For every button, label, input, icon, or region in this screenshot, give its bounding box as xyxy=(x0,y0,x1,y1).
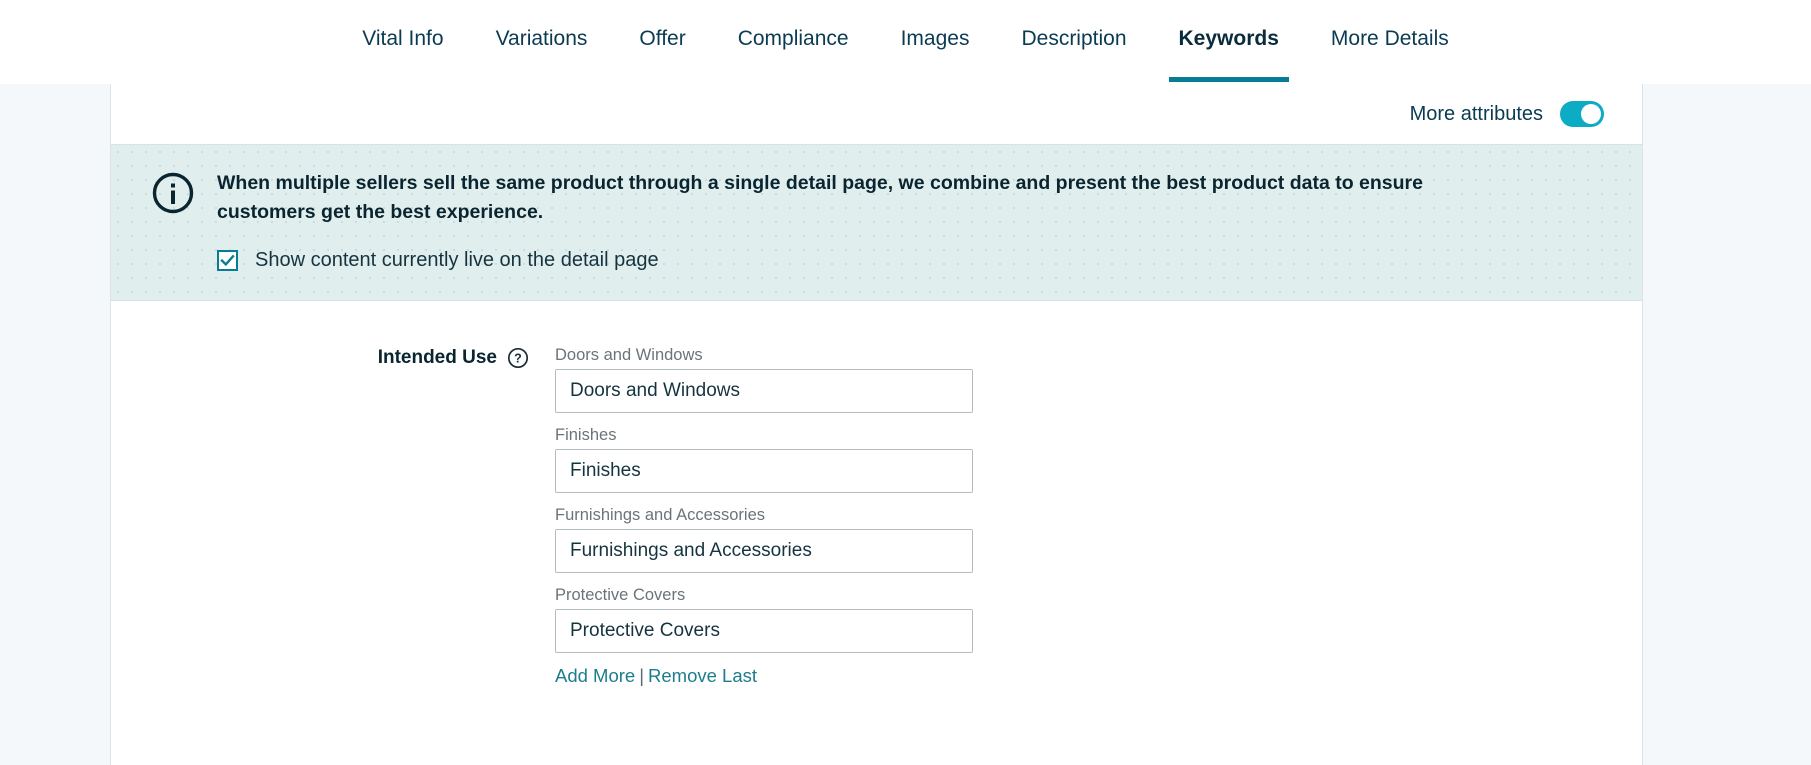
tab-offer[interactable]: Offer xyxy=(613,0,711,84)
info-banner-top: When multiple sellers sell the same prod… xyxy=(141,169,1612,227)
tab-bar: Vital Info Variations Offer Compliance I… xyxy=(0,0,1811,84)
info-banner-message: When multiple sellers sell the same prod… xyxy=(217,172,1423,223)
field-sublabel: Doors and Windows xyxy=(555,346,703,364)
tab-list: Vital Info Variations Offer Compliance I… xyxy=(336,0,1475,84)
tab-more-details[interactable]: More Details xyxy=(1305,0,1475,84)
tab-label: Description xyxy=(1021,27,1127,50)
intended-use-input-4[interactable] xyxy=(555,609,973,653)
field-group: Finishes xyxy=(555,425,973,493)
more-attributes-toggle[interactable] xyxy=(1560,101,1604,127)
tab-description[interactable]: Description xyxy=(995,0,1152,84)
page-body: More attributes When multiple sellers se… xyxy=(0,84,1811,765)
tab-compliance[interactable]: Compliance xyxy=(712,0,875,84)
tab-images[interactable]: Images xyxy=(875,0,996,84)
toggle-knob xyxy=(1581,104,1601,124)
more-attributes-row: More attributes xyxy=(111,84,1642,144)
tab-label: Keywords xyxy=(1178,27,1279,50)
field-group: Protective Covers xyxy=(555,585,973,653)
tab-variations[interactable]: Variations xyxy=(470,0,614,84)
field-sublabel: Finishes xyxy=(555,426,617,444)
content-panel: More attributes When multiple sellers se… xyxy=(110,84,1643,765)
intended-use-input-3[interactable] xyxy=(555,529,973,573)
intended-use-label-group: Intended Use ? xyxy=(111,345,529,369)
tab-label: Images xyxy=(900,27,970,50)
intended-use-input-1[interactable] xyxy=(555,369,973,413)
svg-text:?: ? xyxy=(514,352,522,366)
field-group: Furnishings and Accessories xyxy=(555,505,973,573)
info-banner: When multiple sellers sell the same prod… xyxy=(111,144,1642,301)
intended-use-fields: Doors and Windows Finishes Furnishings a… xyxy=(555,345,973,687)
field-sublabel: Furnishings and Accessories xyxy=(555,506,766,524)
intended-use-input-2[interactable] xyxy=(555,449,973,493)
link-separator: | xyxy=(639,665,645,686)
tab-keywords[interactable]: Keywords xyxy=(1153,0,1305,84)
show-live-content-label: Show content currently live on the detai… xyxy=(255,249,659,271)
tab-label: More Details xyxy=(1330,27,1449,50)
tab-label: Compliance xyxy=(737,27,849,50)
intended-use-form: Intended Use ? Doors and Windows Finishe… xyxy=(111,301,1642,687)
field-actions: Add More | Remove Last xyxy=(555,665,973,687)
add-more-link[interactable]: Add More xyxy=(555,665,635,686)
tab-label: Variations xyxy=(495,27,588,50)
question-circle-icon[interactable]: ? xyxy=(507,347,529,369)
show-live-content-checkbox-row[interactable]: Show content currently live on the detai… xyxy=(217,249,1612,272)
field-group: Doors and Windows xyxy=(555,345,973,413)
tab-vital-info[interactable]: Vital Info xyxy=(336,0,469,84)
info-circle-icon xyxy=(151,171,195,215)
tab-label: Offer xyxy=(639,27,686,50)
tab-label: Vital Info xyxy=(362,27,444,50)
page-field-label: Intended Use xyxy=(377,347,497,368)
field-sublabel: Protective Covers xyxy=(555,586,686,604)
show-live-content-checkbox[interactable] xyxy=(217,250,238,271)
remove-last-link[interactable]: Remove Last xyxy=(648,665,757,686)
more-attributes-label: More attributes xyxy=(1409,102,1543,125)
